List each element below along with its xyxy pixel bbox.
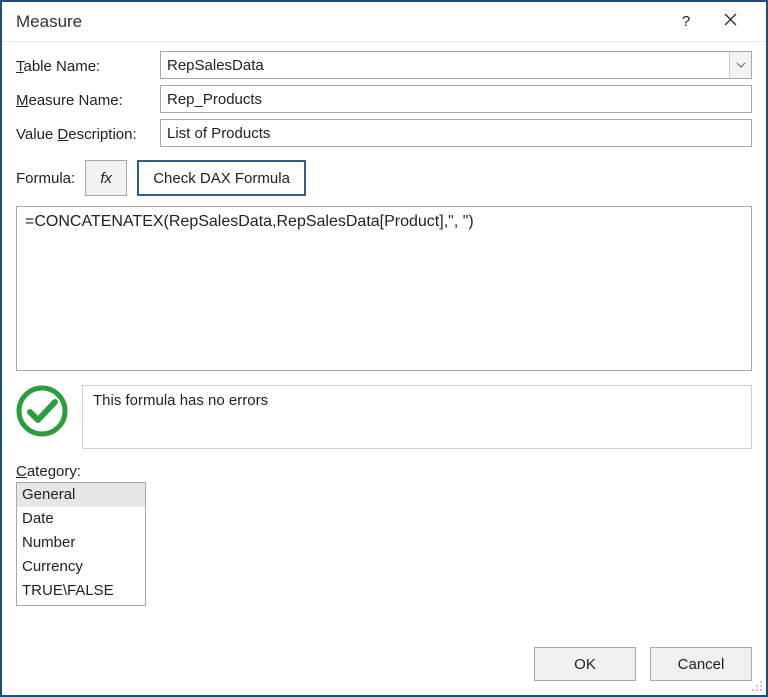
category-section: Category: GeneralDateNumberCurrencyTRUE\… (16, 463, 752, 606)
check-circle-icon (16, 385, 68, 437)
dialog-title: Measure (16, 12, 664, 32)
titlebar: Measure ? (2, 2, 766, 42)
cancel-button[interactable]: Cancel (650, 647, 752, 681)
check-dax-label: Check DAX Formula (153, 170, 290, 187)
measure-name-label: Measure Name: (16, 90, 160, 109)
status-message: This formula has no errors (93, 392, 268, 409)
dialog-buttons: OK Cancel (2, 633, 766, 695)
measure-name-row: Measure Name: (16, 84, 752, 114)
status-message-box: This formula has no errors (82, 385, 752, 449)
status-row: This formula has no errors (16, 385, 752, 449)
description-input[interactable] (160, 119, 752, 147)
formula-textarea[interactable] (16, 206, 752, 371)
table-name-label: Table Name: (16, 56, 160, 75)
table-name-combo[interactable]: RepSalesData (160, 51, 752, 79)
check-dax-button[interactable]: Check DAX Formula (137, 160, 306, 196)
measure-dialog: Measure ? Table Name: RepSalesData Measu… (0, 0, 768, 697)
chevron-down-icon (729, 52, 751, 78)
formula-label: Formula: (16, 170, 75, 187)
category-item[interactable]: TRUE\FALSE (17, 579, 145, 603)
description-row: Value Description: (16, 118, 752, 148)
close-icon (724, 13, 737, 30)
category-item[interactable]: Currency (17, 555, 145, 579)
fx-icon: fx (100, 170, 112, 187)
ok-button[interactable]: OK (534, 647, 636, 681)
category-listbox[interactable]: GeneralDateNumberCurrencyTRUE\FALSE (16, 482, 146, 606)
close-button[interactable] (708, 3, 752, 41)
help-icon: ? (682, 13, 690, 30)
dialog-content: Table Name: RepSalesData Measure Name: V… (2, 42, 766, 633)
table-name-row: Table Name: RepSalesData (16, 50, 752, 80)
category-label: Category: (16, 463, 81, 480)
description-label: Value Description: (16, 124, 160, 143)
measure-name-input[interactable] (160, 85, 752, 113)
category-item[interactable]: Number (17, 531, 145, 555)
ok-label: OK (574, 656, 596, 673)
formula-toolbar: Formula: fx Check DAX Formula (16, 160, 752, 196)
category-item[interactable]: General (17, 483, 145, 507)
category-item[interactable]: Date (17, 507, 145, 531)
help-button[interactable]: ? (664, 3, 708, 41)
fx-button[interactable]: fx (85, 160, 127, 196)
table-name-value: RepSalesData (167, 57, 729, 74)
cancel-label: Cancel (678, 656, 725, 673)
